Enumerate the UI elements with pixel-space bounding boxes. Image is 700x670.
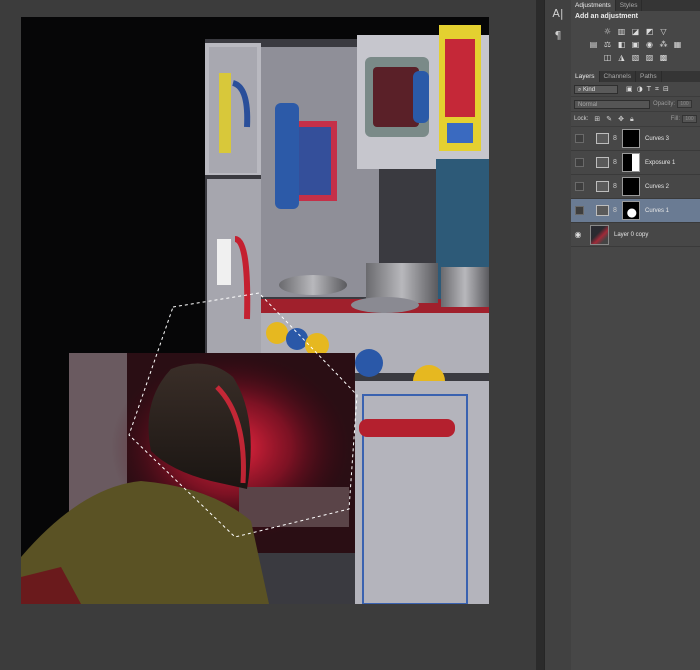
panel-splitter[interactable] (536, 0, 544, 670)
layer-name[interactable]: Curves 2 (645, 184, 669, 190)
curves-adjustment-icon (596, 133, 609, 144)
visibility-toggle[interactable] (575, 158, 584, 167)
filter-row: ⌕ Kind ▣ ◑ T ⌗ ⊟ (571, 82, 700, 97)
link-icon: 8 (613, 207, 617, 214)
link-icon: 8 (613, 183, 617, 190)
collapsed-panel-strip: A| ¶ (544, 0, 572, 670)
levels-icon[interactable]: ▥ (617, 27, 627, 36)
lock-row: Lock: ⊞ ✎ ✥ 🔒︎ Fill: 100 (571, 112, 700, 127)
gradient-triangle-icon[interactable]: ▽ (659, 27, 669, 36)
layer-thumbnail[interactable] (590, 224, 609, 245)
layer-name[interactable]: Layer 0 copy (614, 232, 648, 238)
selective-color-icon[interactable]: ▨ (645, 53, 655, 62)
tab-channels[interactable]: Channels (600, 71, 636, 82)
eye-icon[interactable]: ◉ (573, 230, 583, 239)
layer-name[interactable]: Curves 1 (645, 208, 669, 214)
adjustment-row-3: ◫ ◮ ▧ ▨ ▩ (571, 53, 700, 62)
blend-mode-dropdown[interactable]: Normal (574, 99, 650, 109)
photo-filter-icon[interactable]: ◉ (645, 40, 655, 49)
visibility-toggle[interactable] (575, 134, 584, 143)
layer-name[interactable]: Curves 3 (645, 136, 669, 142)
adjustment-filter-icon[interactable]: ◑ (637, 85, 643, 94)
layer-mask-thumbnail[interactable] (622, 129, 640, 148)
link-icon: 8 (613, 159, 617, 166)
curves-icon[interactable]: ◪ (631, 27, 641, 36)
lock-all-icon[interactable]: 🔒︎ (630, 115, 634, 124)
photo-play-kitchen (21, 17, 489, 604)
visibility-toggle[interactable] (575, 206, 584, 215)
layer-mask-thumbnail[interactable] (622, 177, 640, 196)
link-icon: 8 (613, 135, 617, 142)
brightness-contrast-icon[interactable]: ☼ (603, 27, 613, 36)
smart-object-filter-icon[interactable]: ⊟ (663, 85, 669, 94)
lock-brush-icon[interactable]: ✎ (606, 115, 612, 124)
lock-transparency-icon[interactable]: ⊞ (594, 115, 600, 124)
filter-icons: ▣ ◑ T ⌗ ⊟ (626, 85, 669, 94)
tab-paths[interactable]: Paths (636, 71, 662, 82)
invert-icon[interactable]: ◫ (603, 53, 613, 62)
kind-filter-dropdown[interactable]: ⌕ Kind (574, 84, 618, 94)
layer-row-exposure-1[interactable]: 8 Exposure 1 (571, 151, 700, 175)
adjustments-tabbar: Adjustments Styles (571, 0, 700, 11)
hue-saturation-icon[interactable]: ⚖ (603, 40, 613, 49)
lock-icons: ⊞ ✎ ✥ 🔒︎ (594, 115, 633, 124)
layer-row-layer-0-copy[interactable]: ◉ Layer 0 copy (571, 223, 700, 247)
posterize-icon[interactable]: ◮ (617, 53, 627, 62)
layers-tabbar: Layers Channels Paths (571, 71, 700, 82)
layer-name[interactable]: Exposure 1 (645, 160, 675, 166)
lock-move-icon[interactable]: ✥ (618, 115, 624, 124)
exposure-icon[interactable]: ◩ (645, 27, 655, 36)
color-lookup-icon[interactable]: ▦ (673, 40, 683, 49)
opacity-label: Opacity: (653, 101, 676, 107)
pixel-filter-icon[interactable]: ▣ (626, 85, 633, 94)
threshold-icon[interactable]: ▧ (631, 53, 641, 62)
exposure-adjustment-icon (596, 157, 609, 168)
right-panels: Adjustments Styles Add an adjustment ☼ ▥… (571, 0, 700, 670)
tab-adjustments[interactable]: Adjustments (571, 0, 616, 11)
kind-label: Kind (583, 86, 596, 93)
layer-row-curves-1[interactable]: 8 Curves 1 (571, 199, 700, 223)
paragraph-panel-icon[interactable]: ¶ (548, 26, 568, 44)
layers-empty-area (571, 253, 700, 670)
layer-row-curves-2[interactable]: 8 Curves 2 (571, 175, 700, 199)
layer-mask-thumbnail[interactable] (622, 153, 640, 172)
curves-adjustment-icon (596, 205, 609, 216)
character-panel-icon[interactable]: A| (548, 4, 568, 22)
fill-label: Fill: (670, 116, 680, 122)
adjustments-heading: Add an adjustment (575, 13, 639, 20)
visibility-toggle[interactable] (575, 182, 584, 191)
vibrance-icon[interactable]: ▤ (589, 40, 599, 49)
tab-styles[interactable]: Styles (616, 0, 643, 11)
shape-filter-icon[interactable]: ⌗ (655, 85, 659, 94)
fill-input[interactable]: 100 (682, 115, 697, 123)
canvas-area[interactable] (0, 0, 536, 670)
type-filter-icon[interactable]: T (647, 85, 651, 94)
gradient-map-icon[interactable]: ▩ (659, 53, 669, 62)
color-balance-icon[interactable]: ◧ (617, 40, 627, 49)
channel-mixer-icon[interactable]: ⁂ (659, 40, 669, 49)
curves-adjustment-icon (596, 181, 609, 192)
layers-panel: Layers Channels Paths ⌕ Kind ▣ ◑ T ⌗ ⊟ N… (571, 71, 700, 247)
layer-mask-thumbnail[interactable] (622, 201, 640, 220)
tab-layers[interactable]: Layers (571, 71, 600, 82)
layer-row-curves-3[interactable]: 8 Curves 3 (571, 127, 700, 151)
adjustment-row-1: ☼ ▥ ◪ ◩ ▽ (571, 27, 700, 36)
blend-row: Normal Opacity: 100 (571, 97, 700, 112)
lock-label: Lock: (574, 116, 589, 122)
adjustment-row-2: ▤ ⚖ ◧ ▣ ◉ ⁂ ▦ (571, 40, 700, 49)
opacity-input[interactable]: 100 (677, 100, 693, 108)
black-white-icon[interactable]: ▣ (631, 40, 641, 49)
document-canvas[interactable] (21, 17, 489, 604)
